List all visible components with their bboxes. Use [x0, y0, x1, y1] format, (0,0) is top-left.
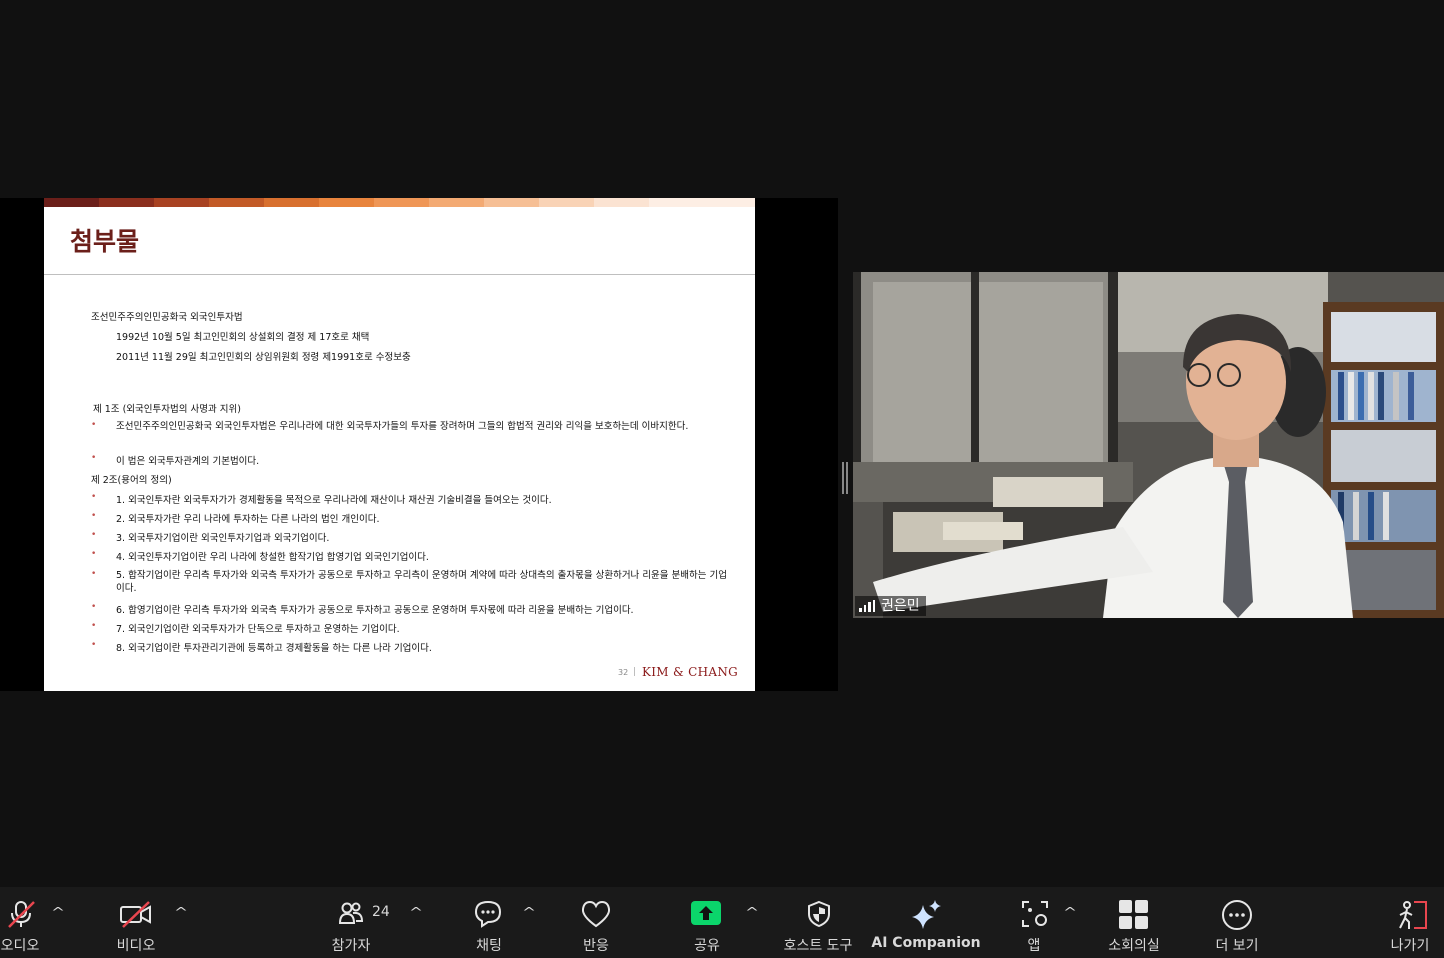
participants-icon — [338, 902, 364, 924]
participant-video[interactable]: 권은민 — [853, 272, 1444, 618]
slide-divider — [44, 274, 755, 275]
bullet-icon: • — [91, 530, 97, 540]
slide-header-stripe — [649, 198, 755, 207]
split-view-handle[interactable] — [842, 462, 848, 494]
law-title: 조선민주주의인민공화국 외국인투자법 — [91, 312, 243, 323]
apps-button[interactable]: 앱 — [1012, 887, 1056, 958]
article2-item: 3. 외국투자기업이란 외국인투자기업과 외국기업이다. — [116, 533, 330, 544]
heart-icon — [581, 900, 611, 928]
article2-item: 1. 외국인투자란 외국투자가가 경제활동을 목적으로 우리나라에 재산이나 재… — [116, 495, 552, 506]
bullet-icon: • — [91, 640, 97, 650]
participants-count-badge: 24 — [372, 904, 390, 920]
slide-header-stripe — [484, 198, 539, 207]
participants-label: 참가자 — [331, 938, 371, 954]
article2-item: 7. 외국인기업이란 외국투자가가 단독으로 투자하고 운영하는 기업이다. — [116, 624, 400, 635]
article1-item: 조선민주주의인민공화국 외국인투자법은 우리나라에 대한 외국투자가들의 투자를… — [116, 421, 689, 432]
bullet-icon: • — [91, 511, 97, 521]
bullet-icon: • — [91, 453, 97, 463]
slide-header-stripe — [264, 198, 319, 207]
share-screen-icon — [691, 901, 721, 925]
more-button[interactable]: 더 보기 — [1204, 887, 1268, 958]
article2-item: 8. 외국기업이란 투자관리기관에 등록하고 경제활동을 하는 다른 나라 기업… — [116, 643, 432, 654]
reactions-label: 반응 — [583, 938, 609, 954]
slide-header-stripe — [154, 198, 209, 207]
breakout-rooms-icon — [1119, 900, 1148, 929]
breakout-rooms-button[interactable]: 소회의실 — [1100, 887, 1168, 958]
law-adopted-date: 1992년 10월 5일 최고인민회의 상설회의 결정 제 17호로 채택 — [116, 332, 370, 343]
participant-name: 권은민 — [881, 598, 920, 614]
breakout-rooms-label: 소회의실 — [1108, 938, 1160, 954]
participants-options-chevron-icon[interactable]: ^ — [409, 905, 423, 919]
bullet-icon: • — [91, 420, 97, 430]
chat-label: 채팅 — [476, 938, 502, 954]
slide-header-stripe — [44, 198, 99, 207]
slide-header-stripe — [594, 198, 649, 207]
apps-options-chevron-icon[interactable]: ^ — [1063, 905, 1077, 919]
more-label: 더 보기 — [1215, 938, 1259, 954]
participant-name-tag: 권은민 — [855, 596, 926, 616]
audio-button[interactable]: 오디오 — [0, 887, 50, 958]
article2-item: 2. 외국투자가란 우리 나라에 투자하는 다른 나라의 법인 개인이다. — [116, 514, 380, 525]
microphone-muted-icon — [8, 901, 35, 928]
sparkle-icon — [912, 900, 941, 929]
apps-icon — [1022, 901, 1048, 927]
video-options-chevron-icon[interactable]: ^ — [174, 905, 188, 919]
reactions-button[interactable]: 반응 — [570, 887, 622, 958]
video-feed-image — [853, 272, 1444, 618]
apps-label: 앱 — [1027, 938, 1041, 954]
slide-page-number: 32 — [618, 668, 629, 677]
bullet-icon: • — [91, 621, 97, 631]
article1-item: 이 법은 외국투자관계의 기본법이다. — [116, 456, 260, 467]
meeting-toolbar: 오디오 ^ 비디오 ^ 24 참가자 ^ 채팅 ^ 반응 공유 ^ 호스트 도구… — [0, 887, 1444, 958]
article2-item: 5. 합작기업이란 우리측 투자가와 외국측 투자가가 공동으로 투자하고 우리… — [116, 570, 728, 594]
bullet-icon: • — [91, 569, 97, 579]
leave-door-icon — [1399, 901, 1427, 929]
slide-header-stripe — [429, 198, 484, 207]
slide-header-stripe — [99, 198, 154, 207]
shield-icon — [808, 900, 830, 928]
host-tools-label: 호스트 도구 — [783, 938, 853, 954]
slide-header-stripe — [374, 198, 429, 207]
article2-item: 4. 외국인투자기업이란 우리 나라에 창설한 합작기업 합영기업 외국인기업이… — [116, 552, 429, 563]
share-options-chevron-icon[interactable]: ^ — [745, 905, 759, 919]
slide-header-stripe — [319, 198, 374, 207]
slide-header-stripe — [539, 198, 594, 207]
slide-title: 첨부물 — [70, 227, 140, 256]
audio-label: 오디오 — [0, 938, 40, 954]
slide-footer-separator: | — [633, 667, 637, 677]
brand-logo: KIM & CHANG — [642, 665, 739, 679]
share-label: 공유 — [694, 938, 720, 954]
share-screen-button[interactable]: 공유 — [680, 887, 734, 958]
chat-button[interactable]: 채팅 — [460, 887, 518, 958]
audio-options-chevron-icon[interactable]: ^ — [51, 905, 65, 919]
camera-off-icon — [120, 901, 151, 928]
bullet-icon: • — [91, 549, 97, 559]
host-tools-button[interactable]: 호스트 도구 — [776, 887, 860, 958]
ai-companion-label: AI Companion — [871, 935, 981, 951]
law-amended-date: 2011년 11월 29일 최고인민회의 상임위원회 정령 제1991호로 수정… — [116, 352, 411, 363]
ai-companion-button[interactable]: AI Companion — [871, 887, 981, 958]
bullet-icon: • — [91, 492, 97, 502]
presentation-slide: 첨부물 조선민주주의인민공화국 외국인투자법 1992년 10월 5일 최고인민… — [44, 198, 755, 691]
video-button[interactable]: 비디오 — [105, 887, 167, 958]
participants-button[interactable]: 24 참가자 — [320, 887, 400, 958]
article1-heading: 제 1조 (외국인투자법의 사명과 지위) — [93, 404, 241, 415]
leave-meeting-button[interactable]: 나가기 — [1384, 887, 1442, 958]
signal-strength-icon — [859, 600, 875, 612]
chat-options-chevron-icon[interactable]: ^ — [522, 905, 536, 919]
bullet-icon: • — [91, 602, 97, 612]
article2-heading: 제 2조(용어의 정의) — [91, 475, 172, 486]
article2-item: 6. 합영기업이란 우리측 투자가와 외국측 투자가가 공동으로 투자하고 공동… — [116, 605, 634, 616]
video-label: 비디오 — [116, 938, 156, 954]
slide-header-stripe — [209, 198, 264, 207]
leave-label: 나가기 — [1390, 938, 1430, 954]
more-options-icon — [1222, 900, 1252, 930]
chat-icon — [474, 900, 502, 928]
